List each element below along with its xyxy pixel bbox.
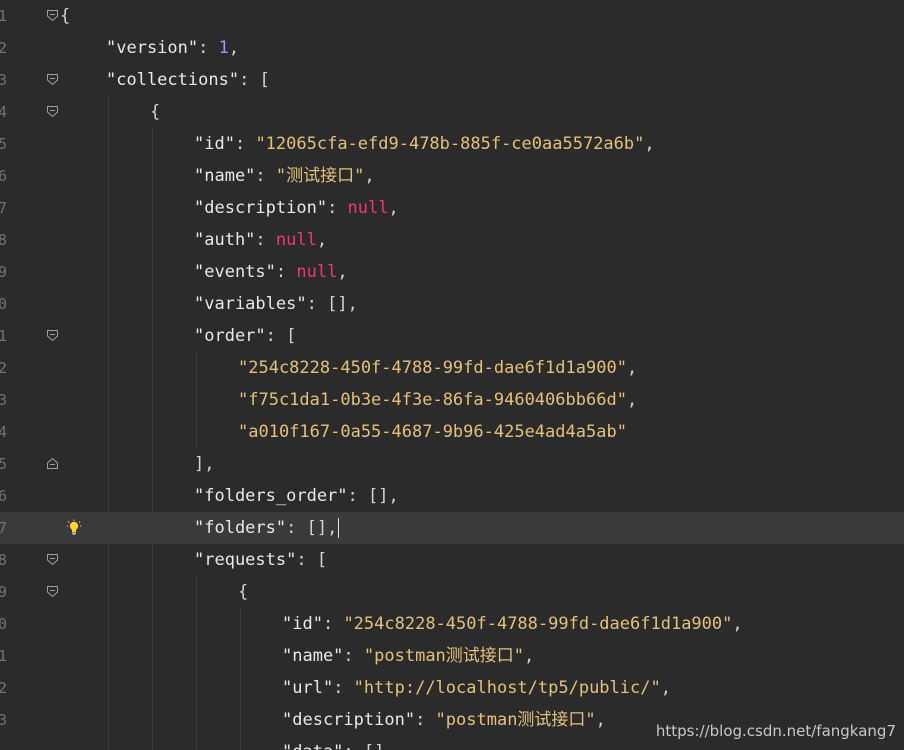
- fold-open-icon[interactable]: [47, 586, 58, 597]
- json-string: "12065cfa-efd9-478b-885f-ce0aa5572a6b": [255, 134, 645, 154]
- code-line[interactable]: 0 "id": "254c8228-450f-4788-99fd-dae6f1d…: [0, 608, 904, 640]
- line-number: 3: [0, 71, 8, 89]
- code-token: [: [316, 550, 328, 570]
- code-token: []: [306, 518, 328, 538]
- json-string: "254c8228-450f-4788-99fd-dae6f1d1a900": [238, 358, 627, 378]
- code-token: {: [60, 6, 71, 26]
- json-key: "version": [106, 38, 199, 58]
- code-token: ],: [194, 454, 215, 474]
- fold-close-icon[interactable]: [47, 458, 58, 469]
- code-token: []: [368, 486, 389, 506]
- line-number: 6: [0, 487, 8, 505]
- json-key: "folders": [194, 518, 287, 538]
- json-string: "postman测试接口": [363, 646, 525, 666]
- code-line[interactable]: 1 {: [0, 0, 904, 32]
- code-token: []: [364, 742, 384, 750]
- json-key: "name": [194, 166, 256, 186]
- json-key: "requests": [194, 550, 297, 570]
- json-string: "测试接口": [275, 166, 365, 186]
- fold-open-icon[interactable]: [47, 10, 58, 21]
- json-key: "folders_order": [194, 486, 348, 506]
- code-line[interactable]: 1 "name": "postman测试接口",: [0, 640, 904, 672]
- json-string: "postman测试接口": [435, 710, 596, 730]
- line-number: 5: [0, 135, 8, 153]
- code-token: {: [150, 102, 161, 122]
- code-line[interactable]: 3 "collections": [: [0, 64, 904, 96]
- json-string: "http://localhost/tp5/public/": [353, 678, 661, 698]
- text-cursor: [338, 518, 340, 538]
- code-line[interactable]: 7 "description": null,: [0, 192, 904, 224]
- watermark-text: https://blog.csdn.net/fangkang7: [655, 722, 896, 740]
- line-number: 2: [0, 679, 8, 697]
- code-token: [: [259, 70, 270, 90]
- line-number: 0: [0, 295, 8, 313]
- lightbulb-icon[interactable]: [66, 519, 82, 537]
- json-key: "id": [282, 614, 323, 634]
- line-number: 1: [0, 647, 8, 665]
- json-key: "events": [194, 262, 276, 282]
- json-null: null: [275, 230, 317, 250]
- code-line[interactable]: 0 "variables": [],: [0, 288, 904, 320]
- code-line[interactable]: 4 "a010f167-0a55-4687-9b96-425e4ad4a5ab": [0, 416, 904, 448]
- json-key: "id": [194, 134, 235, 154]
- line-number: 4: [0, 423, 8, 441]
- code-line[interactable]: 4 {: [0, 96, 904, 128]
- json-number: 1: [218, 38, 229, 58]
- code-line[interactable]: 2 "version": 1,: [0, 32, 904, 64]
- code-line[interactable]: 5 "id": "12065cfa-efd9-478b-885f-ce0aa55…: [0, 128, 904, 160]
- line-number: 5: [0, 455, 8, 473]
- json-string: "a010f167-0a55-4687-9b96-425e4ad4a5ab": [238, 422, 627, 442]
- code-line[interactable]: 6 "folders_order": [],: [0, 480, 904, 512]
- code-line[interactable]: 2 "url": "http://localhost/tp5/public/",: [0, 672, 904, 704]
- line-number: 2: [0, 359, 8, 377]
- line-number: 4: [0, 103, 8, 121]
- line-number: 3: [0, 711, 8, 729]
- line-number: 6: [0, 167, 8, 185]
- line-number: 7: [0, 199, 8, 217]
- json-null: null: [296, 262, 338, 282]
- line-number: 1: [0, 327, 8, 345]
- code-line[interactable]: 9 {: [0, 576, 904, 608]
- line-number: 2: [0, 39, 8, 57]
- json-key: "data": [282, 742, 343, 750]
- code-line[interactable]: 6 "name": "测试接口",: [0, 160, 904, 192]
- json-string: "f75c1da1-0b3e-4f3e-86fa-9460406bb66d": [238, 390, 627, 410]
- json-key: "auth": [194, 230, 256, 250]
- fold-open-icon[interactable]: [47, 74, 58, 85]
- line-number: 8: [0, 551, 8, 569]
- code-token: {: [238, 582, 249, 602]
- json-key: "name": [282, 646, 344, 666]
- code-line[interactable]: 1 "order": [: [0, 320, 904, 352]
- json-key: "description": [194, 198, 328, 218]
- json-key: "collections": [106, 70, 240, 90]
- code-line[interactable]: 3 "f75c1da1-0b3e-4f3e-86fa-9460406bb66d"…: [0, 384, 904, 416]
- fold-open-icon[interactable]: [47, 330, 58, 341]
- json-key: "order": [194, 326, 266, 346]
- code-editor[interactable]: 1 { 2 "version": 1, 3 "collections": [ 4…: [0, 0, 904, 750]
- json-key: "url": [282, 678, 334, 698]
- fold-open-icon[interactable]: [47, 106, 58, 117]
- json-string: "254c8228-450f-4788-99fd-dae6f1d1a900": [343, 614, 733, 634]
- code-line[interactable]: 2 "254c8228-450f-4788-99fd-dae6f1d1a900"…: [0, 352, 904, 384]
- line-number: 3: [0, 391, 8, 409]
- line-number: 0: [0, 615, 8, 633]
- line-number: 1: [0, 7, 8, 25]
- json-null: null: [347, 198, 389, 218]
- code-line[interactable]: 8 "auth": null,: [0, 224, 904, 256]
- code-line[interactable]: 9 "events": null,: [0, 256, 904, 288]
- code-line[interactable]: 5 ],: [0, 448, 904, 480]
- line-number: 8: [0, 231, 8, 249]
- code-token: [: [286, 326, 297, 346]
- code-token: []: [327, 294, 348, 314]
- json-key: "variables": [194, 294, 307, 314]
- line-number: 9: [0, 263, 8, 281]
- fold-open-icon[interactable]: [47, 554, 58, 565]
- line-number: 9: [0, 583, 8, 601]
- json-key: "description": [282, 710, 416, 730]
- code-line[interactable]: 8 "requests": [: [0, 544, 904, 576]
- code-line-current[interactable]: 7 "folders": [],: [0, 512, 904, 544]
- line-number: 7: [0, 519, 8, 537]
